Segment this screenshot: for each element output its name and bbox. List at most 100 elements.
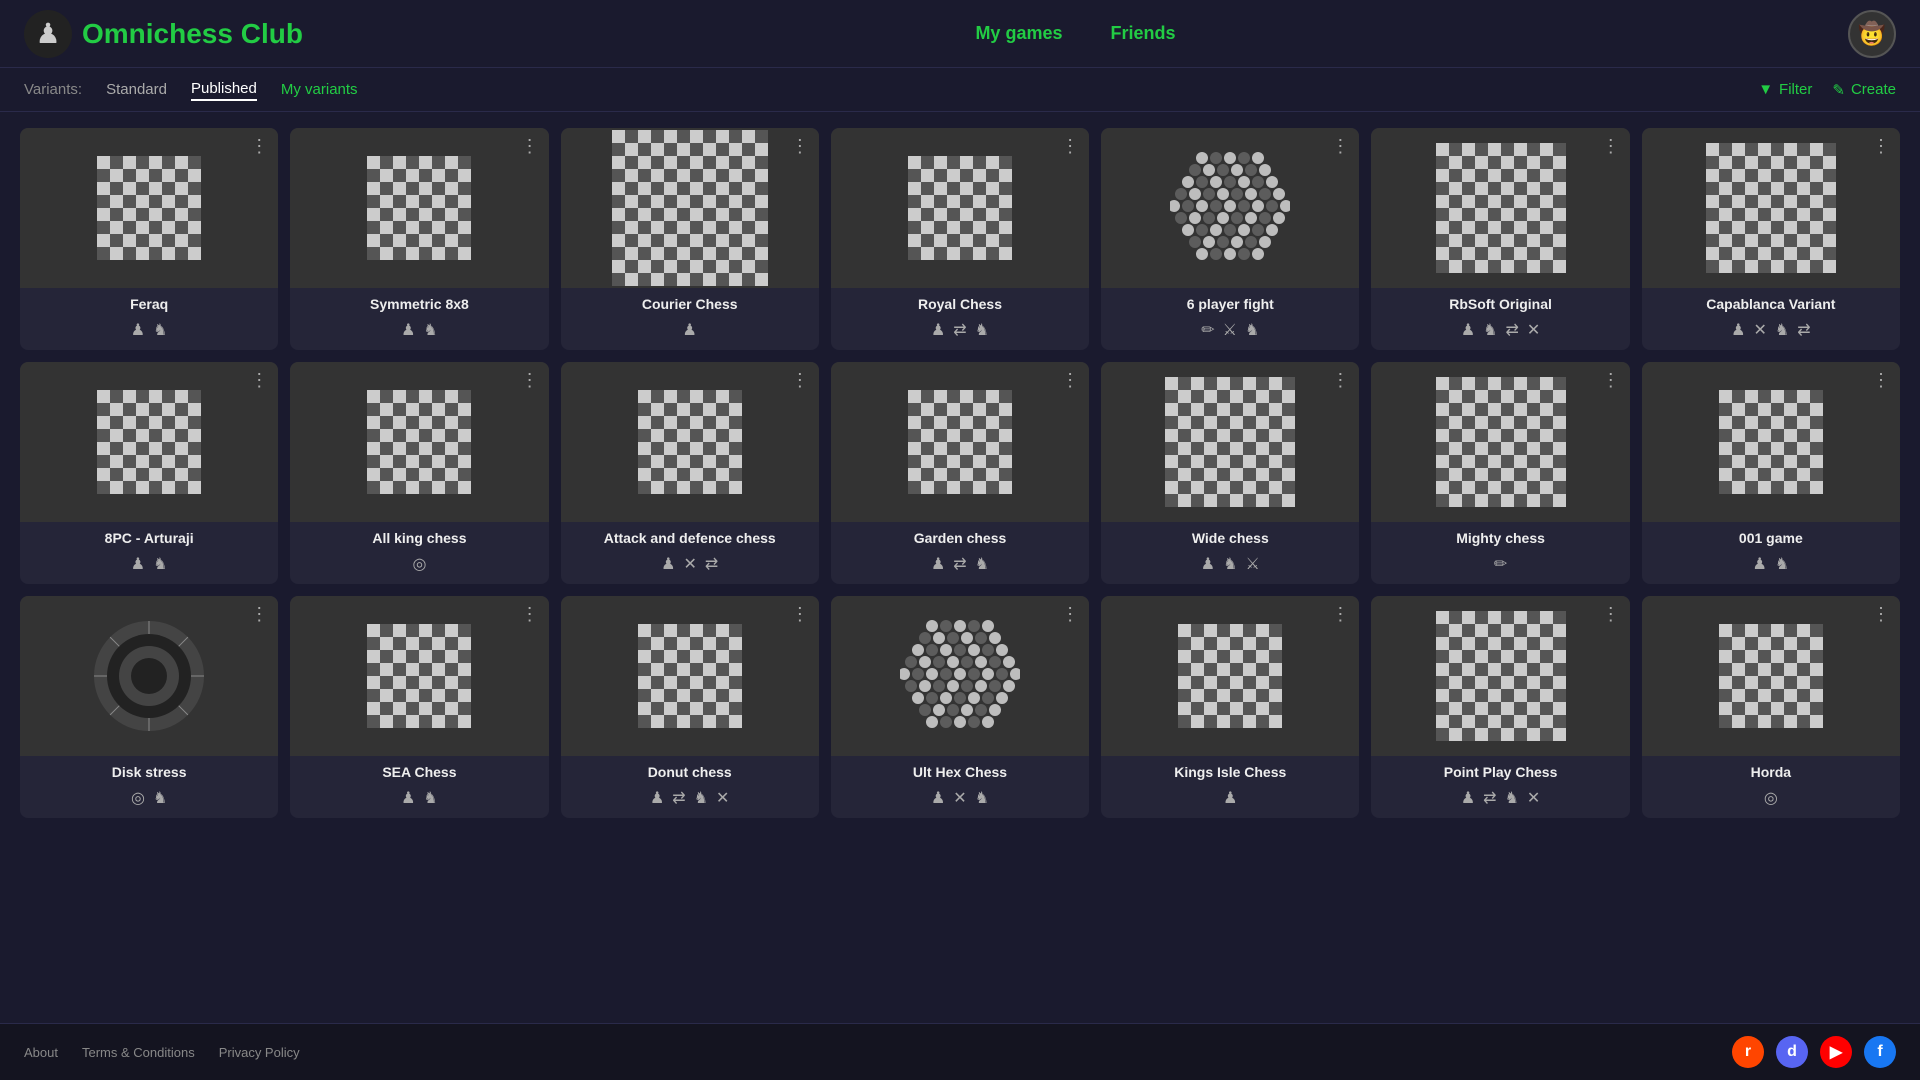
card-menu-icon[interactable]: ⋮ [521,370,539,391]
card-piece-icons: ✏⚔♞ [1101,316,1359,350]
card-rbsoft-original[interactable]: ⋮RbSoft Original♟♞⇄✕ [1371,128,1629,350]
tab-standard[interactable]: Standard [106,79,167,100]
card-horda[interactable]: ⋮Horda◎ [1642,596,1900,818]
card-piece-icons: ◎ [290,550,548,584]
piece-icon: ♟ [131,554,145,574]
card-menu-icon[interactable]: ⋮ [791,370,809,391]
card-piece-icons: ✏ [1371,550,1629,584]
create-label: Create [1851,81,1896,98]
card-ult-hex-chess[interactable]: ⋮ Ult Hex Chess♟✕♞ [831,596,1089,818]
piece-icon: ♟ [683,320,697,340]
card-menu-icon[interactable]: ⋮ [1061,136,1079,157]
card-menu-icon[interactable]: ⋮ [1872,136,1890,157]
piece-icon: ♞ [1505,788,1519,808]
social-icons: r d ▶ f [1732,1036,1896,1068]
card-feraq[interactable]: ⋮Feraq♟♞ [20,128,278,350]
piece-icon: ♟ [1731,320,1745,340]
variants-label: Variants: [24,81,82,98]
card-menu-icon[interactable]: ⋮ [791,604,809,625]
footer-privacy[interactable]: Privacy Policy [219,1045,300,1060]
piece-icon: ♞ [975,320,989,340]
card-menu-icon[interactable]: ⋮ [1331,370,1349,391]
facebook-icon[interactable]: f [1864,1036,1896,1068]
card-8pc-arturaji[interactable]: ⋮8PC - Arturaji♟♞ [20,362,278,584]
piece-icon: ♟ [931,320,945,340]
card-menu-icon[interactable]: ⋮ [1602,370,1620,391]
card-001-game[interactable]: ⋮001 game♟♞ [1642,362,1900,584]
card-capablanca-variant[interactable]: ⋮Capablanca Variant♟✕♞⇄ [1642,128,1900,350]
card-title: Attack and defence chess [561,522,819,550]
card-menu-icon[interactable]: ⋮ [1331,604,1349,625]
card-menu-icon[interactable]: ⋮ [1331,136,1349,157]
user-avatar[interactable]: 🤠 [1848,10,1896,58]
footer: About Terms & Conditions Privacy Policy … [0,1023,1920,1080]
card-symmetric8x8[interactable]: ⋮Symmetric 8x8♟♞ [290,128,548,350]
card-menu-icon[interactable]: ⋮ [1061,604,1079,625]
card-menu-icon[interactable]: ⋮ [1872,604,1890,625]
card-piece-icons: ♟✕♞⇄ [1642,316,1900,350]
piece-icon: ♟ [1223,788,1237,808]
variants-grid: ⋮Feraq♟♞⋮Symmetric 8x8♟♞⋮Courier Chess♟⋮… [0,112,1920,834]
card-board-image [1371,362,1629,522]
card-point-play-chess[interactable]: ⋮Point Play Chess♟⇄♞✕ [1371,596,1629,818]
card-board-image [20,128,278,288]
card-title: Symmetric 8x8 [290,288,548,316]
card-title: Mighty chess [1371,522,1629,550]
card-mighty-chess[interactable]: ⋮ Mighty chess✏ [1371,362,1629,584]
card-menu-icon[interactable]: ⋮ [521,604,539,625]
card-piece-icons: ♟⇄♞✕ [1371,784,1629,818]
card-menu-icon[interactable]: ⋮ [1872,370,1890,391]
card-piece-icons: ♟⇄♞ [831,550,1089,584]
card-donut-chess[interactable]: ⋮Donut chess♟⇄♞✕ [561,596,819,818]
piece-icon: ♟ [131,320,145,340]
card-menu-icon[interactable]: ⋮ [521,136,539,157]
card-title: Wide chess [1101,522,1359,550]
footer-links: About Terms & Conditions Privacy Policy [24,1045,300,1060]
card-title: Donut chess [561,756,819,784]
card-board-image [290,596,548,756]
variants-bar: Variants: Standard Published My variants… [0,68,1920,112]
piece-icon: ✕ [716,788,729,808]
card-all-king-chess[interactable]: ⋮All king chess◎ [290,362,548,584]
create-button[interactable]: ✎ Create [1832,81,1896,99]
card-board-image [831,128,1089,288]
piece-icon: ✕ [1527,788,1540,808]
card-menu-icon[interactable]: ⋮ [250,136,268,157]
card-courier-chess[interactable]: ⋮Courier Chess♟ [561,128,819,350]
card-piece-icons: ♟⇄♞ [831,316,1089,350]
filter-icon: ▼ [1758,81,1773,98]
card-sea-chess[interactable]: ⋮SEA Chess♟♞ [290,596,548,818]
card-menu-icon[interactable]: ⋮ [1602,604,1620,625]
nav-friends[interactable]: Friends [1110,23,1175,44]
discord-icon[interactable]: d [1776,1036,1808,1068]
reddit-icon[interactable]: r [1732,1036,1764,1068]
card-menu-icon[interactable]: ⋮ [250,370,268,391]
tab-published[interactable]: Published [191,78,257,101]
card-menu-icon[interactable]: ⋮ [1602,136,1620,157]
card-title: SEA Chess [290,756,548,784]
piece-icon: ♞ [975,788,989,808]
filter-button[interactable]: ▼ Filter [1758,81,1812,98]
tab-my-variants[interactable]: My variants [281,79,358,100]
card-royal-chess[interactable]: ⋮Royal Chess♟⇄♞ [831,128,1089,350]
card-garden-chess[interactable]: ⋮Garden chess♟⇄♞ [831,362,1089,584]
card-attack-defence[interactable]: ⋮Attack and defence chess♟✕⇄ [561,362,819,584]
card-kings-isle-chess[interactable]: ⋮Kings Isle Chess♟ [1101,596,1359,818]
piece-icon: ♞ [153,554,167,574]
card-6player-fight[interactable]: ⋮ 6 player fight✏⚔♞ [1101,128,1359,350]
card-menu-icon[interactable]: ⋮ [250,604,268,625]
card-menu-icon[interactable]: ⋮ [1061,370,1079,391]
piece-icon: ♞ [1245,320,1259,340]
footer-about[interactable]: About [24,1045,58,1060]
youtube-icon[interactable]: ▶ [1820,1036,1852,1068]
nav-my-games[interactable]: My games [975,23,1062,44]
card-menu-icon[interactable]: ⋮ [791,136,809,157]
piece-icon: ♞ [153,320,167,340]
piece-icon: ◎ [131,788,145,808]
piece-icon: ⇄ [1797,320,1810,340]
card-board-image [1371,128,1629,288]
card-disk-stress[interactable]: ⋮ Disk stress◎♞ [20,596,278,818]
logo[interactable]: ♟ Omnichess Club [24,10,303,58]
footer-terms[interactable]: Terms & Conditions [82,1045,195,1060]
card-wide-chess[interactable]: ⋮Wide chess♟♞⚔ [1101,362,1359,584]
